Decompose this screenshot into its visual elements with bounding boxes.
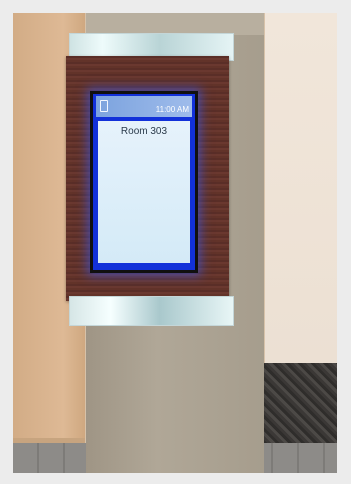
photo-scene: 11:00 AM Room 303 <box>13 13 337 473</box>
right-wall <box>265 13 337 363</box>
room-label: Room 303 <box>120 126 168 137</box>
kiosk-pillar-top <box>86 13 264 35</box>
sign-header: 11:00 AM <box>96 96 192 117</box>
room-sign-display[interactable]: 11:00 AM Room 303 <box>90 91 198 273</box>
header-time: 11:00 AM <box>155 105 189 114</box>
sign-body: Room 303 <box>98 121 190 263</box>
logo-icon <box>100 100 108 112</box>
glass-accent-bottom <box>69 296 234 326</box>
